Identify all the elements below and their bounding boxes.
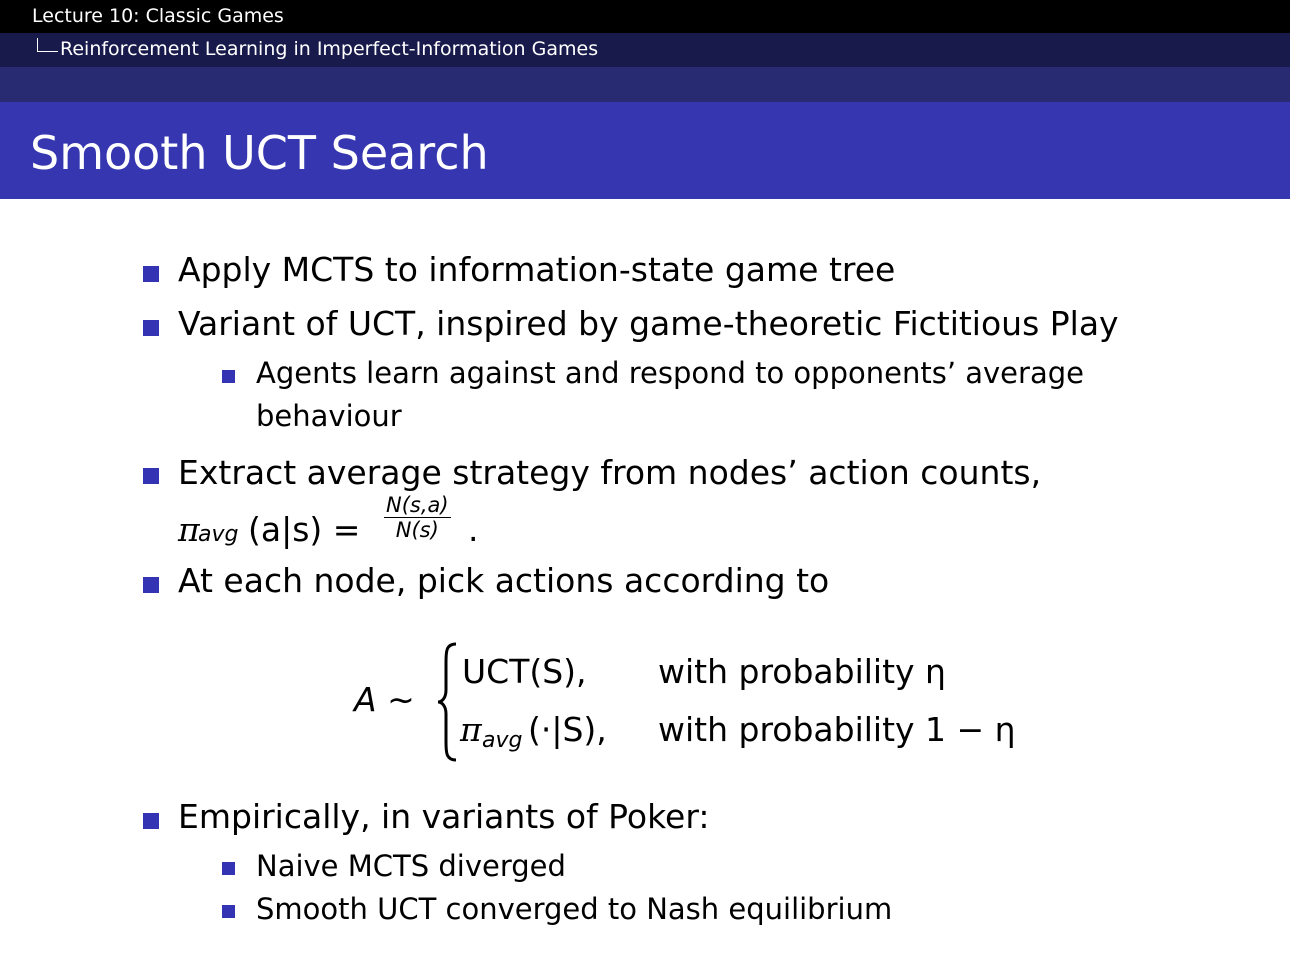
sub-bullet-naive-mcts: Naive MCTS diverged [256, 849, 566, 883]
lecture-title: Lecture 10: Classic Games [32, 5, 284, 27]
header-section-bar: Reinforcement Learning in Imperfect-Info… [0, 33, 1290, 67]
formula-fraction: N(s,a) N(s) [384, 493, 451, 542]
bullet-empirically: Empirically, in variants of Poker: [178, 797, 710, 836]
sub-bullet-marker [222, 862, 235, 875]
fraction-denominator: N(s) [395, 518, 439, 542]
header-spacer-bar [0, 67, 1290, 102]
sub-bullet-smooth-uct: Smooth UCT converged to Nash equilibrium [256, 892, 893, 926]
case2-condition: with probability 1 − η [658, 710, 1016, 749]
formula-lhs-arg: (a|s) = [248, 510, 361, 549]
cases-lhs: A ∼ [354, 680, 415, 719]
section-title: Reinforcement Learning in Imperfect-Info… [60, 38, 599, 60]
case1-expr: UCT(S), [462, 652, 587, 691]
bullet-marker [143, 813, 159, 829]
case2-pi: π [460, 710, 482, 749]
pi-symbol: π [178, 510, 200, 549]
fraction-numerator: N(s,a) [384, 493, 451, 518]
header-lecture-bar: Lecture 10: Classic Games [0, 0, 1290, 33]
bullet-each-node: At each node, pick actions according to [178, 561, 830, 600]
subsection-elbow-icon [37, 38, 58, 52]
sub-bullet-marker [222, 905, 235, 918]
bullet-marker [143, 320, 159, 336]
left-brace-icon [437, 642, 457, 762]
case1-condition: with probability η [658, 652, 946, 691]
bullet-marker [143, 468, 159, 484]
sub-bullet-marker [222, 370, 235, 383]
pi-subscript: avg [198, 522, 239, 547]
bullet-extract-strategy: Extract average strategy from nodes’ act… [178, 453, 1042, 492]
formula-period: . [468, 510, 479, 549]
bullet-marker [143, 577, 159, 593]
case2-subscript: avg [482, 728, 523, 753]
slide-title-bar: Smooth UCT Search [0, 102, 1290, 199]
case2-arg: (·|S), [528, 710, 607, 749]
sub-bullet-agents-learn: Agents learn against and respond to oppo… [256, 356, 1084, 390]
bullet-apply-mcts: Apply MCTS to information-state game tre… [178, 250, 896, 289]
sub-bullet-agents-learn-cont: behaviour [256, 399, 402, 433]
bullet-marker [143, 266, 159, 282]
slide-title: Smooth UCT Search [30, 126, 489, 180]
bullet-variant-uct: Variant of UCT, inspired by game-theoret… [178, 304, 1119, 343]
